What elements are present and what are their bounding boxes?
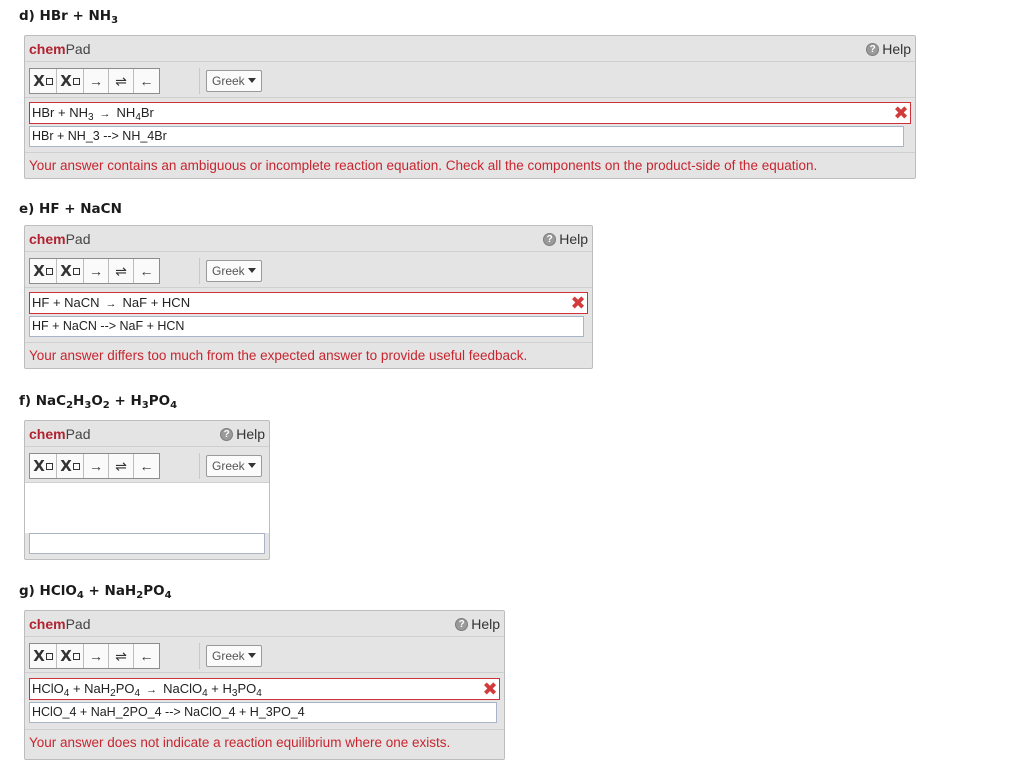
toolbar-divider [199,68,200,94]
chevron-down-icon [247,268,256,273]
toolbar-divider [199,258,200,284]
help-link[interactable]: ? Help [866,36,911,62]
chempad-header: chemPad ? Help [25,36,915,62]
help-link[interactable]: ? Help [220,421,265,447]
brand-chem: chem [29,616,66,632]
incorrect-icon: ✖ [570,293,586,313]
superscript-button[interactable]: X [57,259,84,283]
help-link[interactable]: ? Help [455,611,500,637]
chempad-header: chemPad ? Help [25,421,269,447]
superscript-button[interactable]: X [57,454,84,478]
chempad-toolbar: X X → ⇌ ← Greek [25,62,915,98]
format-tools: X X → ⇌ ← [29,68,160,94]
entry-zone: HF + NaCN → NaF + HCN ✖ HF + NaCN --> NaF … [25,288,592,342]
answer-preview: HBr + NH3 → NH4Br ✖ [29,102,911,124]
greek-dropdown[interactable]: Greek [206,645,262,667]
greek-label: Greek [212,74,245,88]
right-arrow-button[interactable]: → [84,644,109,668]
chempad-toolbar: X X → ⇌ ← Greek [25,252,592,288]
question-g-title: g) HClO4 + NaH2PO4 [19,583,172,601]
answer-preview: HF + NaCN → NaF + HCN ✖ [29,292,588,314]
chempad-d: chemPad ? Help X X → ⇌ ← Greek HBr + NH3 →… [24,35,916,179]
subscript-button[interactable]: X [30,644,57,668]
help-icon: ? [866,42,880,56]
answer-input[interactable] [29,533,265,554]
chevron-down-icon [247,463,256,468]
help-icon: ? [455,617,469,631]
chempad-header: chemPad ? Help [25,226,592,252]
question-d-title: d) HBr + NH3 [19,8,119,26]
brand-chem: chem [29,231,66,247]
superscript-button[interactable]: X [57,69,84,93]
right-arrow-button[interactable]: → [84,454,109,478]
equilibrium-arrow-button[interactable]: ⇌ [109,259,134,283]
answer-input[interactable]: HF + NaCN --> NaF + HCN [29,316,584,337]
entry-zone [25,483,269,559]
feedback-message: Your answer does not indicate a reaction… [25,729,504,756]
greek-dropdown[interactable]: Greek [206,70,262,92]
left-arrow-button[interactable]: ← [134,259,159,283]
left-arrow-button[interactable]: ← [134,454,159,478]
right-arrow-button[interactable]: → [84,259,109,283]
chevron-down-icon [247,653,256,658]
subscript-button[interactable]: X [30,259,57,283]
greek-dropdown[interactable]: Greek [206,455,262,477]
incorrect-icon: ✖ [893,103,909,123]
format-tools: X X → ⇌ ← [29,453,160,479]
chempad-header: chemPad ? Help [25,611,504,637]
subscript-button[interactable]: X [30,69,57,93]
answer-input[interactable]: HBr + NH_3 --> NH_4Br [29,126,904,147]
answer-preview: HClO4 + NaH2PO4 → NaClO4 + H3PO4 ✖ [29,678,500,700]
chempad-g: chemPad ? Help X X → ⇌ ← Greek HClO4 + Na… [24,610,505,760]
help-label: Help [882,41,911,57]
brand-chem: chem [29,41,66,57]
incorrect-icon: ✖ [482,679,498,699]
help-label: Help [471,616,500,632]
chempad-f: chemPad ? Help X X → ⇌ ← Greek [24,420,270,560]
brand-pad: Pad [65,231,91,247]
answer-preview-empty [25,483,269,533]
superscript-button[interactable]: X [57,644,84,668]
help-icon: ? [543,232,557,246]
chempad-e: chemPad ? Help X X → ⇌ ← Greek HF + NaCN →… [24,225,593,369]
answer-input[interactable]: HClO_4 + NaH_2PO_4 --> NaClO_4 + H_3PO_4 [29,702,497,723]
greek-label: Greek [212,264,245,278]
equilibrium-arrow-button[interactable]: ⇌ [109,644,134,668]
brand-pad: Pad [65,41,91,57]
equilibrium-arrow-button[interactable]: ⇌ [109,69,134,93]
help-label: Help [236,426,265,442]
greek-dropdown[interactable]: Greek [206,260,262,282]
greek-label: Greek [212,459,245,473]
format-tools: X X → ⇌ ← [29,258,160,284]
right-arrow-button[interactable]: → [84,69,109,93]
entry-zone: HClO4 + NaH2PO4 → NaClO4 + H3PO4 ✖ HClO_4 … [25,673,504,729]
brand-chem: chem [29,426,66,442]
subscript-button[interactable]: X [30,454,57,478]
greek-label: Greek [212,649,245,663]
left-arrow-button[interactable]: ← [134,644,159,668]
chempad-toolbar: X X → ⇌ ← Greek [25,637,504,673]
question-e-title: e) HF + NaCN [19,201,122,217]
reaction-arrow-icon: → [99,108,111,120]
brand-pad: Pad [65,426,91,442]
reaction-arrow-icon: → [105,298,117,310]
question-f-title: f) NaC2H3O2 + H3PO4 [19,393,178,411]
format-tools: X X → ⇌ ← [29,643,160,669]
reaction-arrow-icon: → [146,684,158,696]
feedback-message: Your answer differs too much from the ex… [25,342,592,369]
entry-zone: HBr + NH3 → NH4Br ✖ HBr + NH_3 --> NH_4Br [25,98,915,152]
brand-pad: Pad [65,616,91,632]
help-link[interactable]: ? Help [543,226,588,252]
toolbar-divider [199,643,200,669]
equilibrium-arrow-button[interactable]: ⇌ [109,454,134,478]
chempad-toolbar: X X → ⇌ ← Greek [25,447,269,483]
help-icon: ? [220,427,234,441]
help-label: Help [559,231,588,247]
feedback-message: Your answer contains an ambiguous or inc… [25,152,915,179]
chevron-down-icon [247,78,256,83]
toolbar-divider [199,453,200,479]
left-arrow-button[interactable]: ← [134,69,159,93]
